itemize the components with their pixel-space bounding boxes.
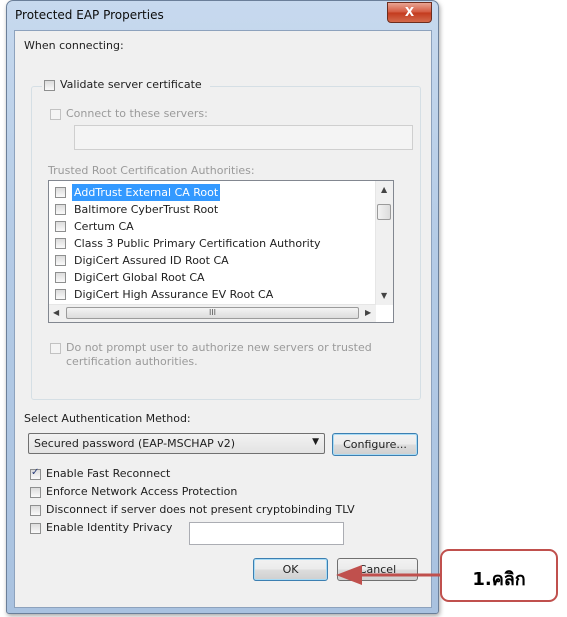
annotation-callout: 1.คลิก: [440, 549, 558, 602]
annotation-arrow: [336, 565, 440, 585]
annotation-text: 1.คลิก: [472, 569, 526, 590]
